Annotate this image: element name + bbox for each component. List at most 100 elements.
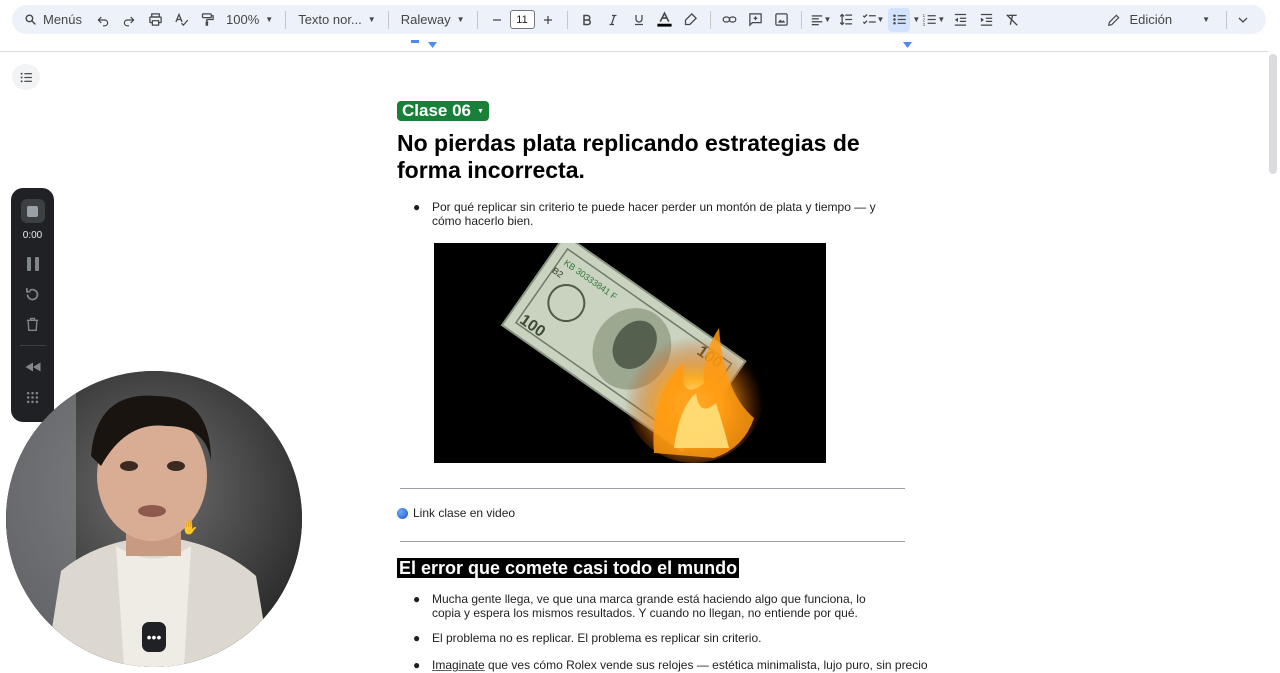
plus-icon [543,15,552,24]
text-color-button[interactable] [654,8,676,32]
toolbar-divider [476,10,478,29]
zoom-select[interactable]: 100% ▼ [220,12,279,27]
ruler-tab-marker[interactable] [411,40,419,43]
italic-icon [609,14,616,25]
document-outline-button[interactable] [12,64,40,90]
bulleted-list-button[interactable] [888,7,911,32]
horizontal-rule [400,541,905,542]
bullet-dot: ● [413,200,421,214]
highlight-color-button[interactable] [680,8,702,32]
toolbar-divider [1226,10,1227,29]
underlined-word[interactable]: Imaginate [432,658,485,672]
editing-mode-select[interactable]: Edición ▼ [1099,12,1218,27]
list-item: ● El problema no es replicar. El problem… [413,631,903,647]
video-link-line[interactable]: Link clase en video [397,506,515,520]
restart-button[interactable] [18,279,48,309]
chevron-down-icon: ▼ [456,15,465,24]
font-size-input[interactable]: 11 [509,10,535,29]
burning-dollar-image[interactable]: KB 30333841 F B2 100 100 [434,243,826,463]
decrease-indent-button[interactable] [949,8,971,32]
pause-button[interactable] [18,249,48,279]
undo-button[interactable] [92,8,114,32]
spellcheck-icon [174,12,188,27]
rewind-icon [25,362,40,372]
image-icon [775,13,788,26]
menu-search-label: Menús [43,12,83,27]
list-item-text: Mucha gente llega, ve que una marca gran… [432,592,866,620]
left-indent-marker[interactable] [428,42,437,48]
clear-formatting-button[interactable] [1001,8,1023,32]
align-button[interactable]: ▼ [810,8,832,32]
recorder-divider [19,345,46,346]
hand-cursor-icon: ✋ [181,519,199,535]
trash-icon [26,317,39,331]
docs-toolbar: Menús 100% ▼ Texto nor... ▼ Raleway ▼ 11… [12,5,1266,34]
comment-icon [749,13,762,27]
menu-search[interactable]: Menús [16,8,90,32]
clear-formatting-icon [1006,13,1018,26]
delete-recording-button[interactable] [18,309,48,339]
list-item-text-rest: que ves cómo Rolex vende sus relojes — e… [484,658,928,672]
blur-grid-icon [26,391,39,403]
stop-icon [20,199,45,223]
chevron-down-icon[interactable]: ▼ [912,15,920,24]
toolbar-divider [566,10,568,29]
zoom-value: 100% [226,12,260,27]
increase-indent-button[interactable] [975,8,997,32]
font-select[interactable]: Raleway ▼ [395,12,471,27]
paint-format-button[interactable] [196,8,218,32]
chevron-down-icon: ▼ [937,15,946,24]
vertical-scrollbar[interactable] [1269,54,1277,174]
chevron-down-icon: ▼ [265,15,274,24]
italic-button[interactable] [602,8,624,32]
undo-icon [97,16,109,26]
numbered-list-icon: 123 [923,13,937,27]
bold-button[interactable] [576,8,598,32]
screen-recorder-panel: 0:00 [11,188,54,422]
hide-menus-button[interactable] [1232,8,1254,32]
toolbar-divider [709,10,711,29]
link-icon [722,16,737,23]
stop-recording-button[interactable] [18,196,48,226]
style-select[interactable]: Texto nor... ▼ [292,12,382,27]
chevron-up-icon [1238,17,1248,23]
insert-image-button[interactable] [771,8,793,32]
checklist-icon [862,14,876,25]
right-indent-marker[interactable] [903,42,912,48]
blue-circle-icon [397,507,408,519]
search-icon [25,14,36,25]
style-value: Texto nor... [298,12,362,27]
numbered-list-button[interactable]: 1 2 3 ▼ [922,8,945,32]
video-link-text[interactable]: Link clase en video [413,506,515,520]
webcam-options-button[interactable]: ••• [142,622,166,652]
list-item-text: Por qué replicar sin criterio te puede h… [432,200,876,228]
burning-bill-illustration: KB 30333841 F B2 100 100 [434,243,826,463]
decrease-font-size-button[interactable] [486,8,508,32]
align-left-icon [811,14,822,25]
line-spacing-button[interactable] [836,8,858,32]
add-comment-button[interactable] [745,8,767,32]
ruler[interactable] [0,34,1268,52]
svg-text:3: 3 [923,22,926,27]
page-title: No pierdas plata replicando estrategias … [397,130,860,183]
decrease-indent-icon [954,13,966,26]
checklist-button[interactable]: ▼ [862,8,884,32]
status-chip-label: Clase 06 [402,101,471,120]
print-button[interactable] [144,8,166,32]
insert-link-button[interactable] [719,8,741,32]
list-item: ● Por qué replicar sin criterio te puede… [413,200,903,230]
redo-button[interactable] [118,8,140,32]
rewind-button[interactable] [18,352,48,382]
bullet-dot: ● [413,631,421,645]
status-chip[interactable]: Clase 06 ▼ [397,101,489,121]
horizontal-rule [400,488,905,489]
underline-button[interactable] [628,8,650,32]
toolbar-divider [285,10,287,29]
line-spacing-icon [839,13,853,26]
chevron-down-icon: ▼ [367,15,376,24]
text-color-icon [657,11,672,27]
recording-timer: 0:00 [22,230,43,241]
effects-button[interactable] [18,382,48,412]
spellcheck-button[interactable] [170,8,192,32]
increase-font-size-button[interactable] [537,8,559,32]
